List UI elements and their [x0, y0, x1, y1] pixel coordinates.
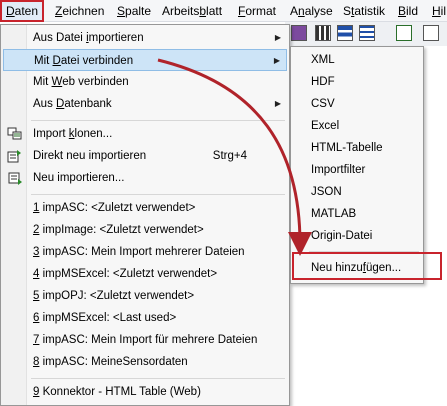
annotation-arrow-icon — [157, 58, 312, 256]
